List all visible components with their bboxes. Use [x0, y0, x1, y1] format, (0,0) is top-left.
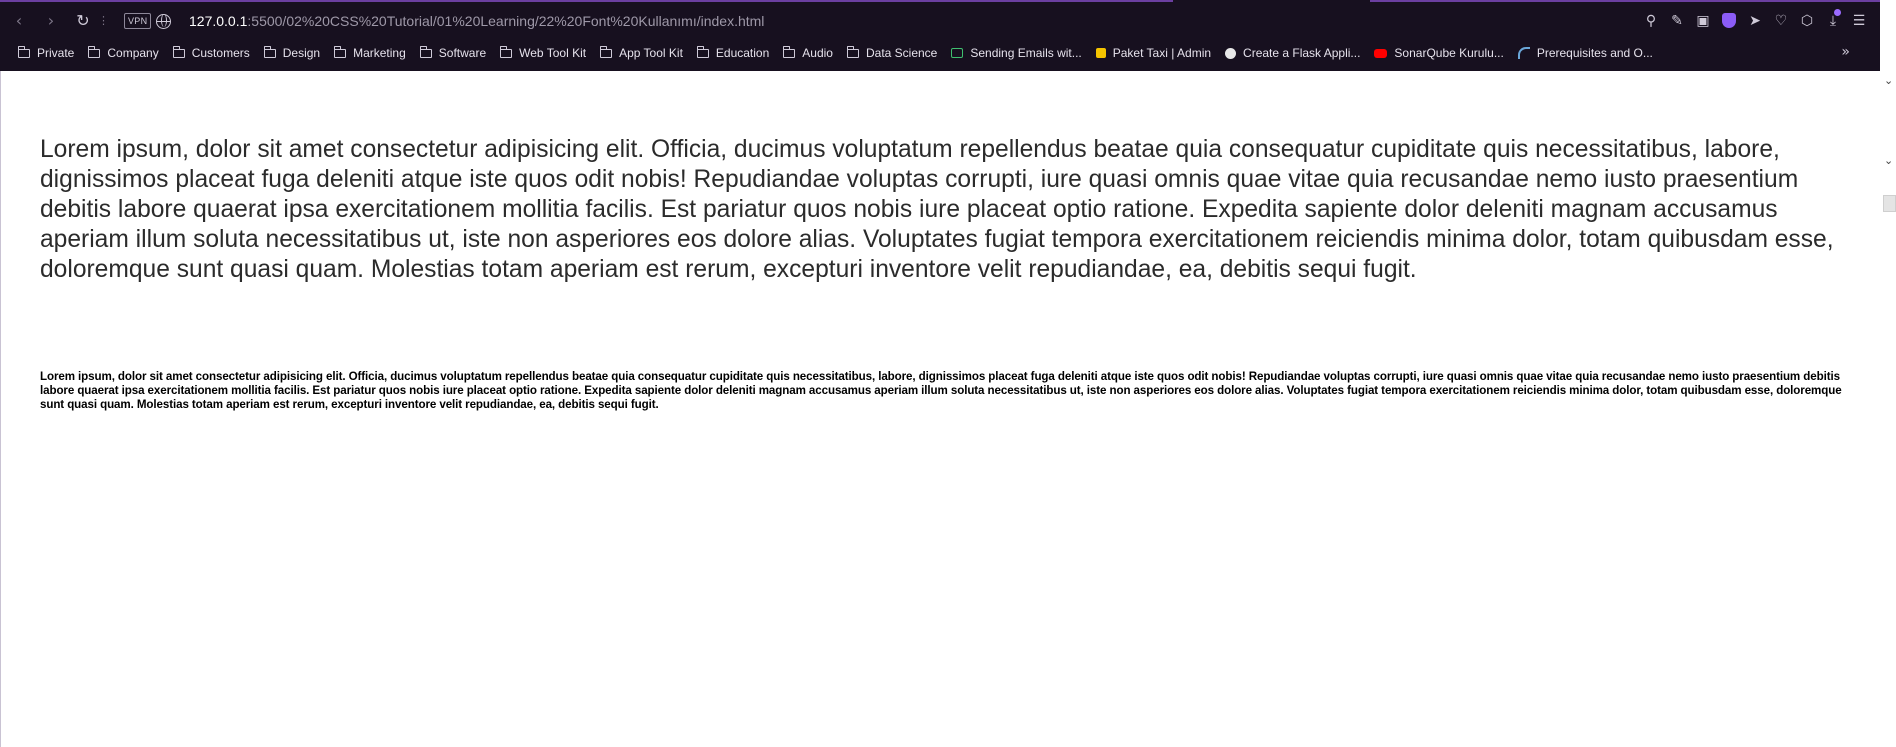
folder-icon: [500, 45, 513, 58]
scrollbar-thumb[interactable]: [1883, 195, 1896, 212]
folder-icon: [419, 45, 432, 58]
flask-favicon-icon: [1225, 47, 1237, 59]
bookmark-label: Prerequisites and O...: [1536, 46, 1653, 60]
shield-icon[interactable]: [1720, 12, 1738, 30]
bookmark-customers[interactable]: Customers: [172, 45, 250, 60]
bookmark-sonarqube[interactable]: SonarQube Kurulu...: [1374, 46, 1504, 60]
toolbar-icons: ⚲ ✎ ▣ ➤ ♡ ⬡ ⤓ ☰: [1642, 9, 1868, 32]
heart-icon[interactable]: ♡: [1772, 12, 1790, 30]
download-badge: [1834, 9, 1841, 16]
camera-icon[interactable]: ▣: [1694, 12, 1712, 30]
globe-icon[interactable]: [156, 14, 171, 29]
vpn-badge[interactable]: VPN: [124, 13, 152, 29]
bookmark-education[interactable]: Education: [696, 45, 770, 60]
bookmark-design[interactable]: Design: [263, 45, 321, 60]
bookmark-audio[interactable]: Audio: [783, 45, 833, 60]
taxi-favicon-icon: [1095, 48, 1106, 58]
bookmark-marketing[interactable]: Marketing: [334, 45, 406, 60]
bookmark-label: Education: [715, 46, 770, 60]
folder-icon: [696, 45, 709, 58]
bookmark-private[interactable]: Private: [18, 45, 75, 60]
bookmark-label: Audio: [802, 46, 833, 60]
bookmark-label: Web Tool Kit: [519, 46, 587, 60]
bookmark-label: Software: [438, 46, 487, 60]
folder-icon: [172, 45, 185, 58]
bookmark-label: Marketing: [353, 46, 406, 60]
bookmark-label: Data Science: [865, 46, 938, 60]
bookmark-sending-emails[interactable]: Sending Emails wit...: [951, 46, 1082, 60]
bookmark-company[interactable]: Company: [88, 45, 159, 60]
youtube-favicon-icon: [1374, 48, 1388, 58]
chevron-down-icon[interactable]: ⌄: [1884, 154, 1893, 167]
search-icon[interactable]: ⚲: [1642, 12, 1660, 30]
back-icon[interactable]: ‹: [8, 10, 30, 32]
browser-chrome: ‹ › ↻ ⋮ VPN 127.0.0.1:5500/02%20CSS%20Tu…: [0, 0, 1880, 71]
url-path: :5500/02%20CSS%20Tutorial/01%20Learning/…: [247, 13, 765, 29]
address-url[interactable]: 127.0.0.1:5500/02%20CSS%20Tutorial/01%20…: [189, 12, 764, 30]
folder-icon: [846, 45, 859, 58]
bookmark-prerequisites[interactable]: Prerequisites and O...: [1517, 46, 1653, 60]
cube-icon[interactable]: ⬡: [1798, 12, 1816, 30]
menu-icon[interactable]: ☰: [1850, 12, 1868, 30]
folder-icon: [88, 45, 101, 58]
bookmark-label: Company: [107, 46, 159, 60]
bookmark-label: SonarQube Kurulu...: [1394, 46, 1504, 60]
folder-icon: [263, 45, 276, 58]
chevron-down-icon[interactable]: ⌄: [1884, 74, 1893, 87]
bookmark-web-tool-kit[interactable]: Web Tool Kit: [500, 45, 587, 60]
folder-icon: [334, 45, 347, 58]
window-left-edge: [0, 71, 1, 747]
bookmark-paket-taxi[interactable]: Paket Taxi | Admin: [1095, 46, 1212, 60]
reload-icon[interactable]: ↻: [72, 10, 94, 32]
side-panel-strip: [1880, 0, 1896, 747]
bookmark-label: App Tool Kit: [619, 46, 683, 60]
bookmark-label: Create a Flask Appli...: [1243, 46, 1361, 60]
url-host: 127.0.0.1: [189, 13, 248, 29]
bookmark-flask-app[interactable]: Create a Flask Appli...: [1225, 46, 1360, 60]
folder-icon: [600, 45, 613, 58]
paragraph-bold-font: Lorem ipsum, dolor sit amet consectetur …: [40, 370, 1842, 411]
bookmark-label: Design: [282, 46, 321, 60]
folder-icon: [18, 45, 30, 58]
send-icon[interactable]: ➤: [1746, 12, 1764, 30]
folder-icon: [783, 45, 796, 58]
separator-dots-icon: ⋮: [98, 14, 109, 27]
mail-favicon-icon: [951, 48, 964, 58]
bookmark-label: Private: [37, 46, 75, 60]
bookmarks-bar: Private Company Customers Design Marketi…: [0, 40, 1880, 66]
bookmark-app-tool-kit[interactable]: App Tool Kit: [600, 45, 683, 60]
download-icon[interactable]: ⤓: [1824, 9, 1842, 30]
forward-icon[interactable]: ›: [40, 10, 62, 32]
tab-accent-line: [0, 0, 1173, 2]
bookmark-label: Customers: [191, 46, 250, 60]
bookmark-label: Sending Emails wit...: [970, 46, 1082, 60]
paragraph-light-font: Lorem ipsum, dolor sit amet consectetur …: [40, 136, 1834, 283]
address-bar-row: ‹ › ↻ ⋮ VPN 127.0.0.1:5500/02%20CSS%20Tu…: [0, 4, 1880, 36]
bookmark-data-science[interactable]: Data Science: [846, 45, 938, 60]
bookmark-label: Paket Taxi | Admin: [1112, 46, 1212, 60]
tab-accent-line-right: [1370, 0, 1880, 2]
prereq-favicon-icon: [1517, 47, 1530, 59]
bookmarks-more-icon[interactable]: »: [1841, 44, 1850, 60]
bookmark-software[interactable]: Software: [419, 45, 487, 60]
edit-icon[interactable]: ✎: [1668, 12, 1686, 30]
